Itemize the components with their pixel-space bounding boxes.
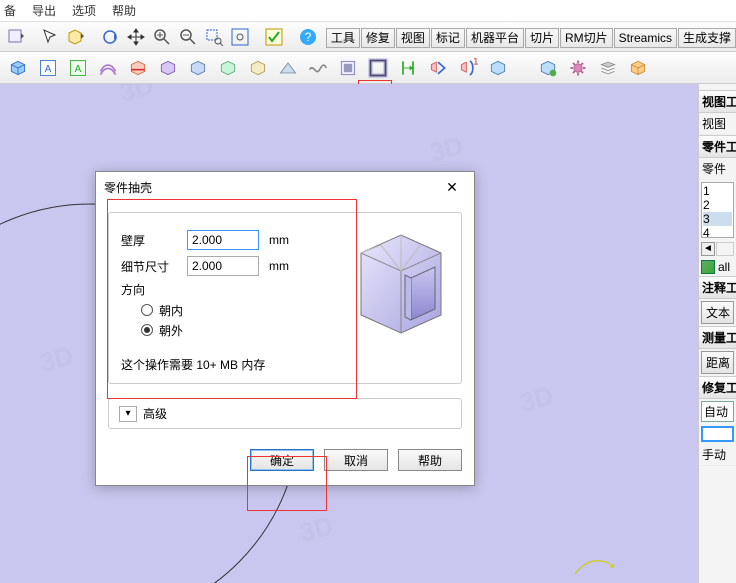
tool2-icon[interactable] — [534, 54, 562, 82]
preview-icon — [343, 223, 451, 341]
rotate3d-icon[interactable]: 1z — [454, 54, 482, 82]
radio-icon — [141, 304, 153, 316]
shell-dialog: 零件抽壳 ✕ 壁厚 mm 细节尺寸 mm 方向 朝内 — [95, 171, 475, 486]
wave-icon[interactable] — [304, 54, 332, 82]
tab-support[interactable]: 生成支撑 — [678, 28, 736, 48]
tab-mark[interactable]: 标记 — [431, 28, 465, 48]
part-list[interactable]: 1 2 3 4 — [701, 182, 734, 238]
advanced-label: 高级 — [143, 405, 167, 422]
box-dropdown-icon[interactable] — [64, 25, 88, 49]
section-part: 零件工 — [699, 135, 736, 158]
ribbon-tabs: 工具 修复 视图 标记 机器平台 切片 RM切片 Streamics 生成支撑 — [326, 26, 736, 48]
row-view[interactable]: 视图 — [699, 113, 736, 135]
box3-icon[interactable] — [214, 54, 242, 82]
help-icon[interactable]: ? — [296, 25, 320, 49]
section-fix: 修复工 — [699, 376, 736, 399]
unit-label: mm — [269, 259, 299, 273]
side-panel: 视图工 视图 零件工 零件 1 2 3 4 ◄ all 注释工 文本 测量工 距… — [698, 84, 736, 583]
radio-icon — [141, 324, 153, 336]
tool1-icon[interactable] — [484, 54, 512, 82]
check-icon[interactable] — [262, 25, 286, 49]
tab-streamics[interactable]: Streamics — [614, 28, 677, 48]
tab-fix[interactable]: 修复 — [361, 28, 395, 48]
rotate-icon[interactable] — [98, 25, 122, 49]
help-button[interactable]: 帮助 — [398, 449, 462, 471]
tab-tools[interactable]: 工具 — [326, 28, 360, 48]
text-annotation-button[interactable]: 文本 — [701, 301, 734, 324]
detail-size-label: 细节尺寸 — [121, 258, 177, 275]
svg-text:1z: 1z — [473, 58, 478, 68]
layers-icon[interactable] — [594, 54, 622, 82]
svg-text:A: A — [45, 64, 52, 75]
all-parts[interactable]: all — [699, 258, 736, 276]
cube-icon[interactable] — [4, 54, 32, 82]
shell-icon[interactable] — [364, 54, 392, 82]
fold-icon[interactable] — [274, 54, 302, 82]
section-view: 视图工 — [699, 90, 736, 113]
history-dropdown[interactable] — [4, 25, 28, 49]
gear-icon[interactable] — [564, 54, 592, 82]
zoom-out-icon[interactable] — [176, 25, 200, 49]
dialog-title: 零件抽壳 — [104, 179, 152, 196]
fix-mode-select[interactable]: 自动 — [701, 401, 734, 422]
pan-icon[interactable] — [124, 25, 148, 49]
section-measure: 测量工 — [699, 326, 736, 349]
radio-label: 朝内 — [159, 302, 183, 319]
color-cube-icon[interactable] — [624, 54, 652, 82]
tab-rmslice[interactable]: RM切片 — [560, 28, 613, 48]
blue-indicator — [701, 426, 734, 442]
cut-icon[interactable] — [124, 54, 152, 82]
radio-label: 朝外 — [159, 322, 183, 339]
wall-thickness-label: 壁厚 — [121, 232, 177, 249]
advanced-toggle[interactable]: ▾ 高级 — [108, 398, 462, 429]
memory-note: 这个操作需要 10+ MB 内存 — [121, 356, 449, 373]
manual-row[interactable]: 手动 — [699, 444, 736, 466]
menu-item-export[interactable]: 导出 — [32, 2, 56, 19]
list-item[interactable]: 2 — [703, 198, 732, 212]
toolbar-top: ? 工具 修复 视图 标记 机器平台 切片 RM切片 Streamics 生成支… — [0, 22, 736, 52]
list-item[interactable]: 1 — [703, 184, 732, 198]
tab-platform[interactable]: 机器平台 — [466, 28, 524, 48]
cancel-button[interactable]: 取消 — [324, 449, 388, 471]
section-annotation: 注释工 — [699, 276, 736, 299]
section-icon[interactable] — [334, 54, 362, 82]
ok-button[interactable]: 确定 — [250, 449, 314, 471]
surface-icon[interactable] — [94, 54, 122, 82]
params-panel: 壁厚 mm 细节尺寸 mm 方向 朝内 朝外 这个操作需要 1 — [108, 212, 462, 384]
align-icon[interactable] — [394, 54, 422, 82]
box4-icon[interactable] — [244, 54, 272, 82]
tab-slice[interactable]: 切片 — [525, 28, 559, 48]
zoom-window-icon[interactable] — [202, 25, 226, 49]
text-a-icon[interactable]: A — [34, 54, 62, 82]
zoom-in-icon[interactable] — [150, 25, 174, 49]
close-icon[interactable]: ✕ — [438, 177, 466, 197]
move-icon[interactable] — [424, 54, 452, 82]
box1-icon[interactable] — [154, 54, 182, 82]
distance-button[interactable]: 距离 — [701, 351, 734, 374]
detail-size-input[interactable] — [187, 256, 259, 276]
text-a2-icon[interactable]: A — [64, 54, 92, 82]
cursor-icon[interactable] — [38, 25, 62, 49]
list-item[interactable]: 3 — [703, 212, 732, 226]
menu-bar: 备 导出 选项 帮助 — [0, 0, 736, 22]
svg-text:A: A — [75, 64, 82, 75]
scroll-left-icon[interactable]: ◄ — [701, 242, 715, 256]
tab-view[interactable]: 视图 — [396, 28, 430, 48]
list-item[interactable]: 4 — [703, 226, 732, 240]
svg-text:?: ? — [305, 30, 312, 44]
chevron-down-icon: ▾ — [119, 406, 137, 422]
box2-icon[interactable] — [184, 54, 212, 82]
menu-item-prepare[interactable]: 备 — [4, 2, 16, 19]
row-part[interactable]: 零件 — [699, 158, 736, 180]
cube-icon — [701, 260, 715, 274]
wall-thickness-input[interactable] — [187, 230, 259, 250]
unit-label: mm — [269, 233, 299, 247]
menu-item-options[interactable]: 选项 — [72, 2, 96, 19]
menu-item-help[interactable]: 帮助 — [112, 2, 136, 19]
toolbar-tools: A A 1z — [0, 52, 736, 84]
zoom-fit-icon[interactable] — [228, 25, 252, 49]
